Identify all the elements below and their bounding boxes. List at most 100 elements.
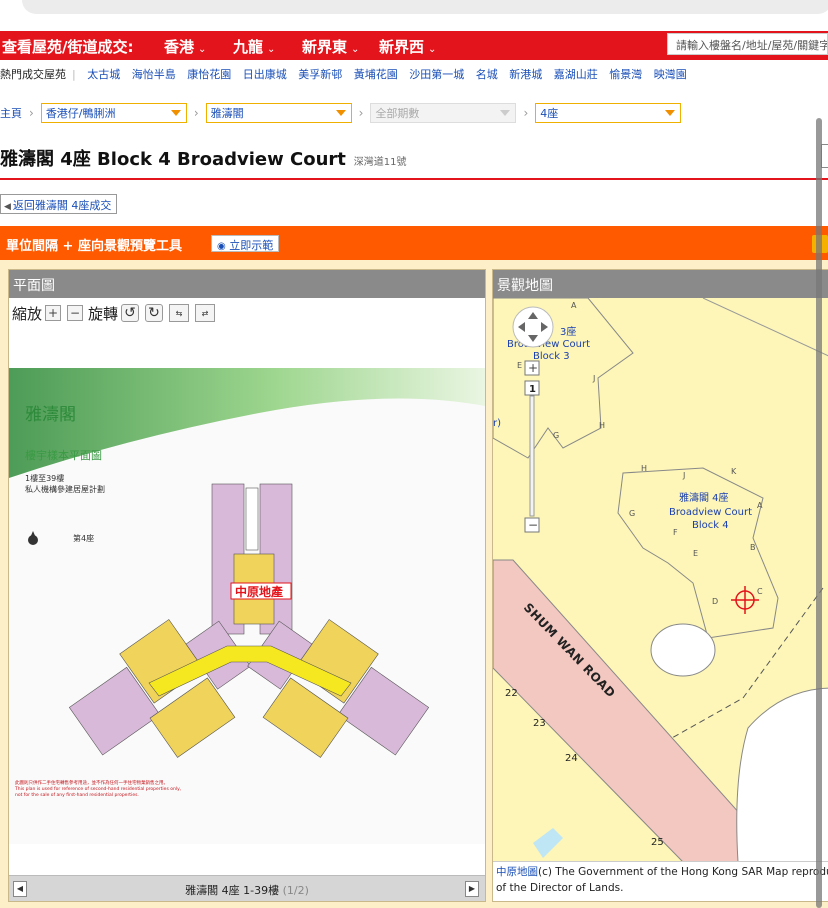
page-title-text: 雅濤閣 4座 Block 4 Broadview Court — [0, 149, 346, 170]
watermark-text: 中原地產 — [235, 584, 283, 599]
map-credit-text: (c) The Government of the Hong Kong SAR … — [538, 866, 828, 878]
block4-label-block: Block 4 — [692, 520, 729, 531]
breadcrumb: 主頁 › 香港仔/鴨脷洲 › 雅濤閣 › 全部期數 › 4座 — [0, 102, 682, 124]
dropdown-arrow-icon — [170, 110, 181, 116]
chevron-down-icon: ⌄ — [428, 44, 437, 55]
svg-text:J: J — [592, 374, 595, 383]
hot-estate-link[interactable]: 沙田第一城 — [409, 68, 464, 81]
plan-page-indicator: (1/2) — [282, 884, 309, 897]
svg-text:G: G — [553, 431, 559, 440]
triangle-left-icon: ◀ — [4, 202, 11, 212]
search-input[interactable]: 請輸入樓盤名/地址/屋苑/關鍵字 — [667, 33, 828, 55]
block4-label-cn: 雅濤閣 4座 — [679, 491, 729, 504]
svg-text:B: B — [750, 543, 756, 552]
page-scrollbar[interactable] — [816, 118, 822, 908]
estate-select[interactable]: 雅濤閣 — [205, 103, 352, 123]
floor-plan-header: 平面圖 — [9, 270, 485, 298]
chevron-down-icon: ⌄ — [198, 44, 207, 55]
title-divider — [0, 178, 828, 180]
tool-title: 單位間隔 + 座向景觀預覽工具 — [6, 239, 182, 254]
hot-estate-link[interactable]: 新港城 — [509, 68, 542, 81]
map-credit-link[interactable]: 中原地圖 — [496, 866, 538, 878]
svg-text:J: J — [682, 471, 685, 480]
dropdown-arrow-icon — [335, 110, 346, 116]
hot-estate-link[interactable]: 美孚新邨 — [298, 68, 342, 81]
disclaimer-line-2: This plan is used for reference of secon… — [14, 786, 181, 792]
svg-text:A: A — [757, 501, 763, 510]
back-button[interactable]: ◀ 返回雅濤閣 4座成交 — [0, 194, 118, 214]
view-map[interactable]: SHUM WAN ROAD 3座 Broadview Court Block 3… — [493, 298, 828, 862]
region-nt-west[interactable]: 新界西 ⌄ — [379, 36, 436, 57]
svg-text:H: H — [599, 421, 605, 430]
map-pan-control[interactable] — [512, 306, 554, 348]
watermark-stamp: 中原地產 — [230, 582, 292, 600]
svg-text:E: E — [517, 361, 522, 370]
hot-estates-label: 熱門成交屋苑 — [0, 68, 66, 81]
svg-text:E: E — [693, 549, 698, 558]
svg-text:+: + — [528, 361, 538, 375]
top-strip — [0, 0, 828, 30]
hot-estate-link[interactable]: 名城 — [476, 68, 498, 81]
floor-plan-panel: 平面圖 縮放 + − 旋轉 ↺ ↻ ⇆ ⇄ 雅濤閣 樓宇樣本平面圖 1樓至39樓… — [8, 269, 486, 902]
top-search-bar[interactable] — [22, 0, 828, 14]
svg-text:22: 22 — [505, 688, 518, 699]
svg-text:G: G — [629, 509, 635, 518]
district-select[interactable]: 香港仔/鴨脷洲 — [40, 103, 187, 123]
map-zoom-level: 1 — [524, 380, 540, 396]
region-nav-title: 查看屋苑/街道成交: — [2, 38, 134, 56]
hot-estate-link[interactable]: 太古城 — [87, 68, 120, 81]
page-title: 雅濤閣 4座 Block 4 Broadview Court 深灣道11號 — [0, 145, 406, 171]
rotate-90-cw-button[interactable]: ⇄ — [195, 304, 216, 322]
plan-scheme: 私人機構參建居屋計劃 — [25, 484, 105, 494]
floor-plan-pager: ◀ 雅濤閣 4座 1-39樓 (1/2) ▶ — [9, 875, 485, 901]
svg-text:C: C — [757, 587, 763, 596]
region-nt-east[interactable]: 新界東 ⌄ — [302, 36, 359, 57]
dropdown-arrow-icon — [665, 110, 676, 116]
svg-text:25: 25 — [651, 837, 664, 848]
chevron-right-icon: › — [193, 106, 199, 120]
demo-button[interactable]: ◉ 立即示範 — [211, 235, 280, 252]
hot-estate-link[interactable]: 愉景灣 — [609, 68, 642, 81]
hot-estates-row: 熱門成交屋苑 | 太古城 海怡半島 康怡花園 日出康城 美孚新邨 黃埔花園 沙田第… — [0, 66, 695, 86]
region-kowloon[interactable]: 九龍 ⌄ — [233, 36, 275, 57]
zoom-label: 縮放 — [12, 304, 43, 323]
eye-icon: ◉ — [217, 241, 226, 252]
next-plan-button[interactable]: ▶ — [465, 881, 479, 897]
chevron-right-icon: › — [523, 106, 529, 120]
map-zoom-track — [529, 395, 535, 517]
map-credit-text-2: of the Director of Lands. — [496, 882, 624, 894]
side-tab[interactable] — [821, 144, 828, 168]
hot-estate-link[interactable]: 映灣園 — [654, 68, 687, 81]
plan-block: 第4座 — [73, 533, 94, 543]
phase-select[interactable]: 全部期數 — [370, 103, 517, 123]
block4-label-en: Broadview Court — [669, 507, 752, 518]
zoom-out-button[interactable]: − — [67, 305, 84, 321]
svg-text:A: A — [571, 301, 577, 310]
chevron-right-icon: › — [358, 106, 364, 120]
rotate-cw-button[interactable]: ↻ — [145, 304, 164, 322]
plan-floors: 1樓至39樓 — [25, 473, 64, 483]
svg-text:24: 24 — [565, 753, 578, 764]
hot-estate-link[interactable]: 日出康城 — [243, 68, 287, 81]
region-hk[interactable]: 香港 ⌄ — [164, 36, 206, 57]
breadcrumb-home-link[interactable]: 主頁 — [0, 105, 22, 121]
disclaimer-line-3: not for the sale of any first-hand resid… — [15, 792, 139, 798]
map-zoom-out-button: − — [524, 517, 540, 533]
plan-footer-label: 雅濤閣 4座 1-39樓 — [185, 884, 280, 897]
plan-title: 雅濤閣 — [25, 405, 76, 425]
hot-estate-link[interactable]: 黃埔花園 — [354, 68, 398, 81]
zoom-in-button[interactable]: + — [45, 305, 62, 321]
svg-text:K: K — [731, 467, 737, 476]
view-map-header: 景觀地圖 — [493, 270, 828, 298]
chevron-down-icon: ⌄ — [267, 44, 276, 55]
rotate-90-ccw-button[interactable]: ⇆ — [169, 304, 190, 322]
rotate-label: 旋轉 — [88, 304, 119, 323]
hot-estate-link[interactable]: 康怡花園 — [187, 68, 231, 81]
tool-header-bar: 單位間隔 + 座向景觀預覽工具 ◉ 立即示範 — [0, 226, 828, 260]
hot-estate-link[interactable]: 嘉湖山莊 — [554, 68, 598, 81]
floor-plan-image: 雅濤閣 樓宇樣本平面圖 1樓至39樓 私人機構參建居屋計劃 第4座 中原地產 此… — [9, 368, 485, 844]
view-map-panel: 景觀地圖 SHUM WAN ROAD 3座 Broadview Court Bl… — [492, 269, 828, 902]
block-select[interactable]: 4座 — [535, 103, 682, 123]
hot-estate-link[interactable]: 海怡半島 — [132, 68, 176, 81]
rotate-ccw-button[interactable]: ↺ — [121, 304, 140, 322]
